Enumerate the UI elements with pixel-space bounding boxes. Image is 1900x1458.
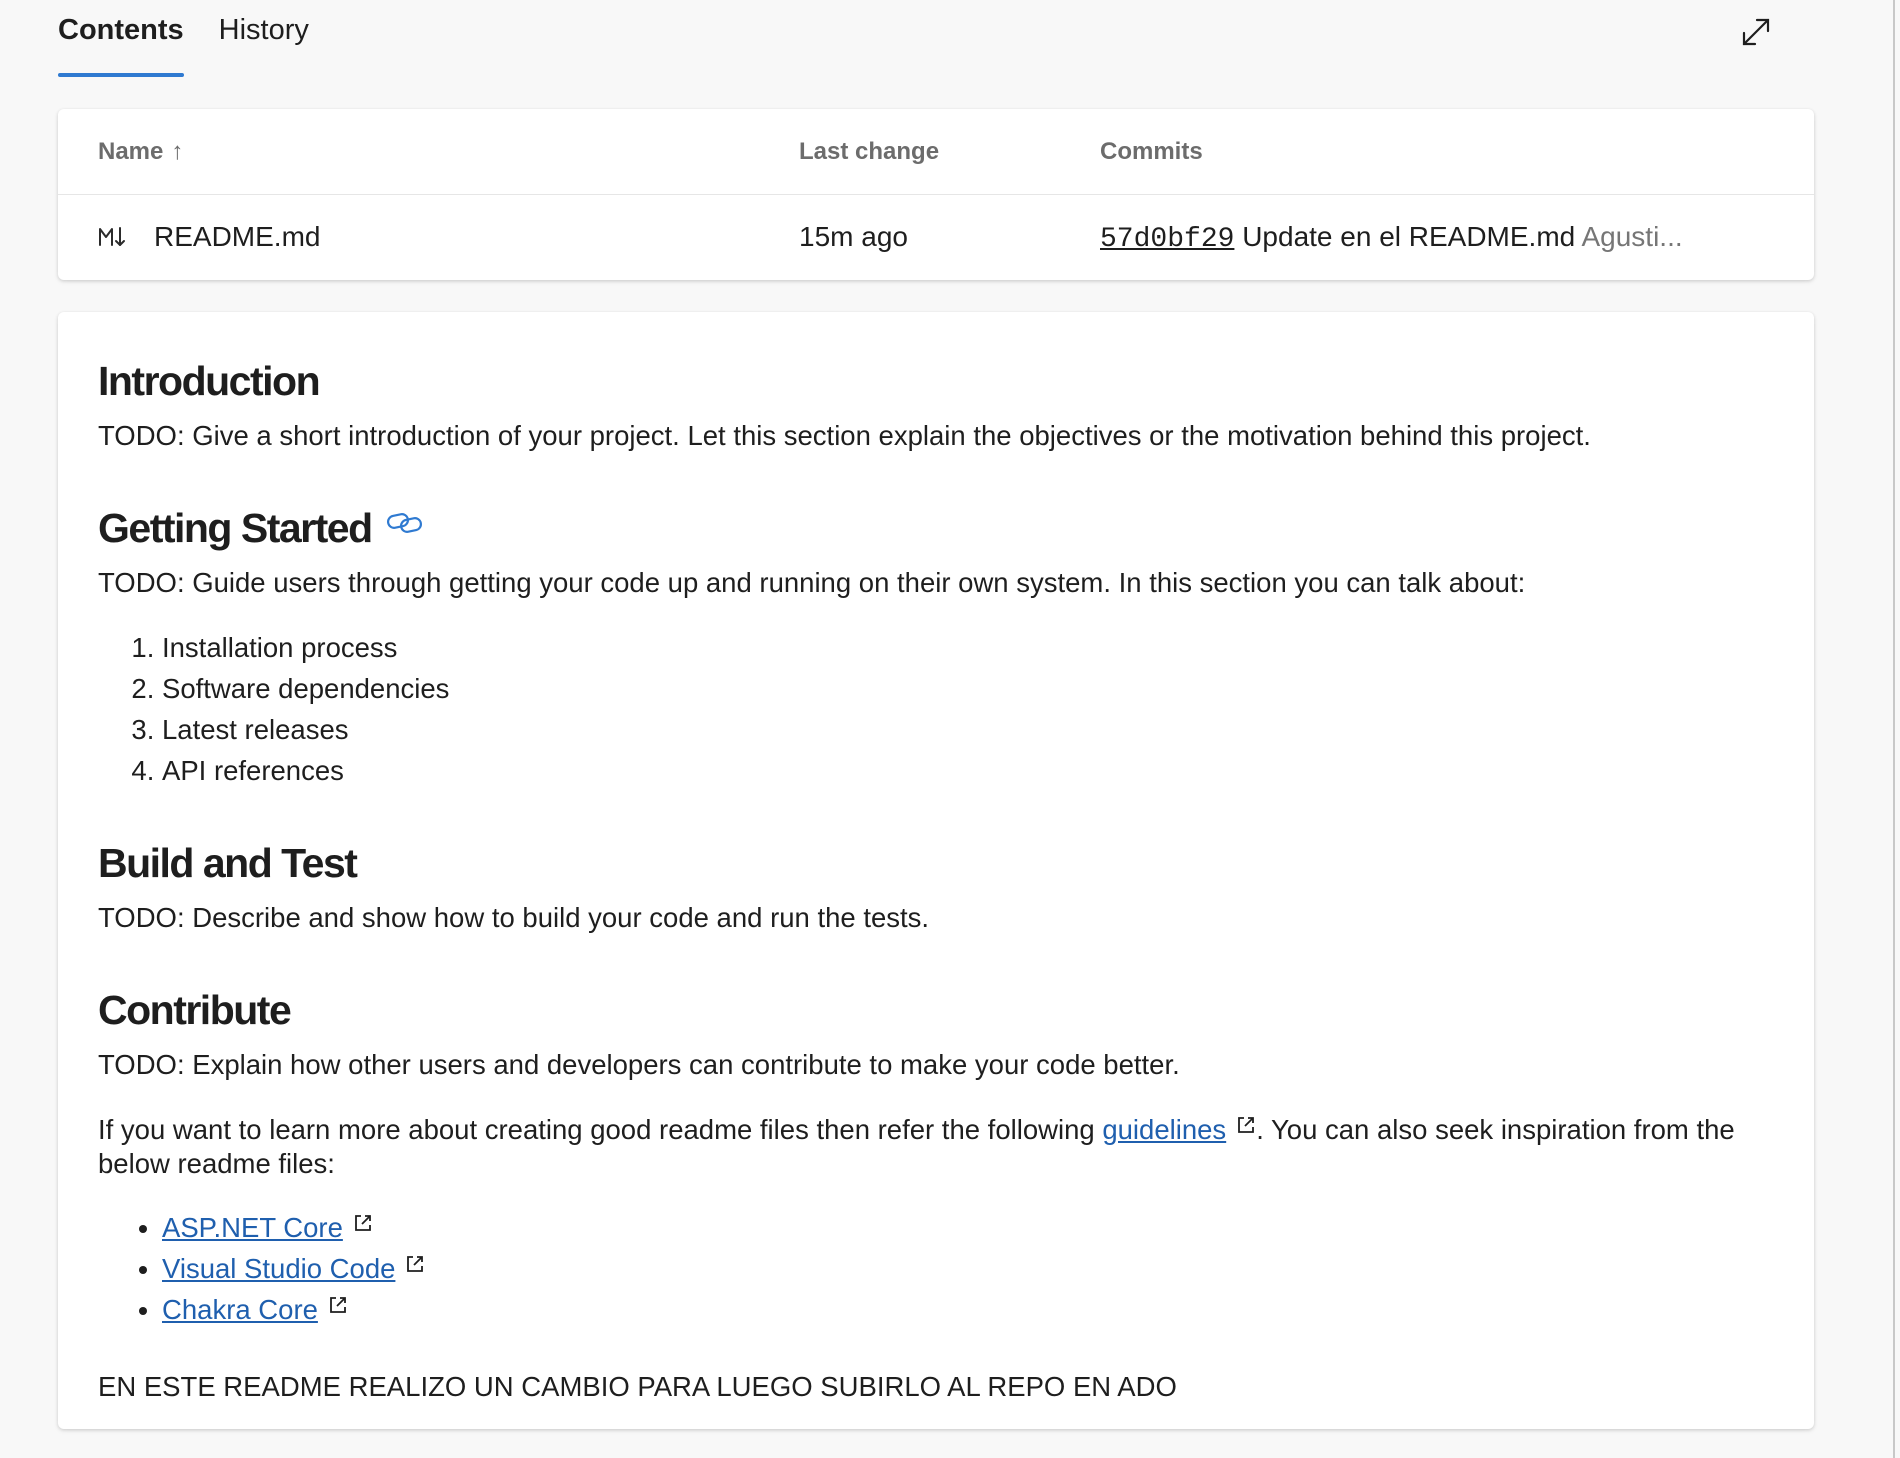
list-item: ASP.NET Core [162, 1207, 425, 1248]
contribute-text: TODO: Explain how other users and develo… [98, 1049, 1180, 1080]
tab-history[interactable]: History [219, 0, 309, 63]
readme-guidelines-paragraph: If you want to learn more about creating… [98, 1113, 1788, 1181]
commit-hash-link[interactable]: 57d0bf29 [1100, 224, 1234, 255]
list-item: Software dependencies [162, 668, 449, 709]
heading-contribute: Contribute [98, 987, 292, 1033]
tab-contents[interactable]: Contents [58, 0, 184, 77]
external-link-icon [330, 1297, 346, 1313]
getting-started-text: TODO: Guide users through getting your c… [98, 567, 1526, 598]
chakra-core-link[interactable]: Chakra Core [162, 1294, 318, 1325]
commit-message: Update en el README.md [1242, 221, 1576, 252]
name-column-label: Name [98, 138, 164, 165]
list-item: API references [162, 750, 449, 791]
commit-author: Agusti... [1581, 221, 1683, 252]
list-item: Installation process [162, 627, 449, 668]
build-test-text: TODO: Describe and show how to build you… [98, 902, 930, 933]
markdown-icon [99, 227, 125, 246]
scrollbar[interactable] [1893, 0, 1895, 1458]
link-icon[interactable] [386, 510, 424, 536]
readme-links-list: ASP.NET Core Visual Studio Code Chakra C… [98, 1207, 425, 1330]
heading-build-and-test: Build and Test [98, 840, 358, 886]
getting-started-list: Installation process Software dependenci… [98, 627, 449, 791]
guidelines-text-before: If you want to learn more about creating… [98, 1114, 1103, 1145]
name-column-header[interactable]: Name ↑ [98, 138, 183, 166]
aspnet-core-link[interactable]: ASP.NET Core [162, 1212, 343, 1243]
table-row[interactable]: README.md 15m ago 57d0bf29 Update en el … [58, 195, 1814, 280]
readme-preview: Introduction TODO: Give a short introduc… [58, 312, 1814, 1429]
files-table: Name ↑ Last change Commits README.md 15m … [58, 109, 1814, 280]
heading-getting-started-label: Getting Started [98, 505, 373, 551]
list-item: Visual Studio Code [162, 1248, 425, 1289]
guidelines-link[interactable]: guidelines [1102, 1114, 1226, 1145]
heading-getting-started: Getting Started [98, 504, 424, 552]
files-table-header: Name ↑ Last change Commits [58, 109, 1814, 195]
arrow-up-icon: ↑ [171, 138, 184, 165]
commit-cell: 57d0bf29 Update en el README.md Agusti..… [1100, 219, 1683, 258]
tab-bar: Contents History [58, 0, 344, 78]
list-item: Latest releases [162, 709, 449, 750]
external-link-icon [407, 1256, 424, 1272]
file-name-link[interactable]: README.md [154, 219, 320, 255]
expand-icon [1742, 18, 1770, 46]
list-item: Chakra Core [162, 1289, 425, 1330]
last-change-value: 15m ago [799, 221, 908, 252]
visual-studio-code-link[interactable]: Visual Studio Code [162, 1253, 395, 1284]
last-change-column-header[interactable]: Last change [799, 138, 939, 166]
commits-column-header[interactable]: Commits [1100, 138, 1203, 166]
heading-introduction: Introduction [98, 358, 321, 404]
external-link-icon [1238, 1117, 1255, 1133]
readme-footer-text: EN ESTE README REALIZO UN CAMBIO PARA LU… [98, 1371, 1177, 1402]
repo-files-page: Contents History Name ↑ Last change Commi… [0, 0, 1900, 1458]
intro-text: TODO: Give a short introduction of your … [98, 420, 1591, 451]
expand-button[interactable] [1738, 14, 1774, 50]
external-link-icon [354, 1215, 371, 1231]
